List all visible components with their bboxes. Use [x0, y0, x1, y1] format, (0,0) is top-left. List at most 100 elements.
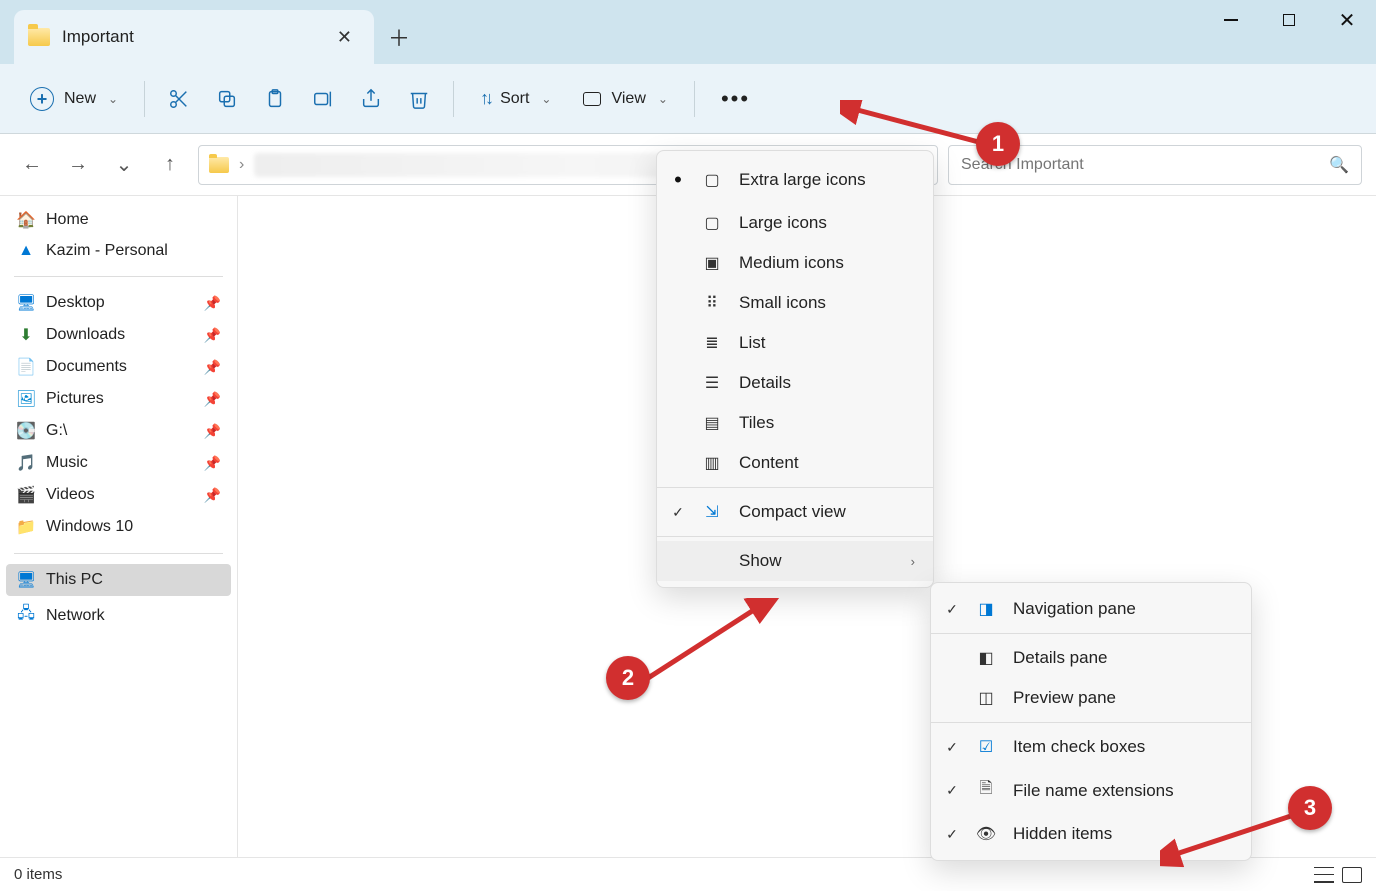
tiles-icon: ▤	[701, 413, 723, 433]
sidebar-item-downloads[interactable]: ⬇Downloads📌	[6, 319, 231, 351]
share-button[interactable]	[351, 79, 391, 119]
check-icon: ✓	[945, 739, 959, 756]
eye-icon: 👁	[975, 824, 997, 844]
new-tab-button[interactable]: ＋	[374, 0, 424, 64]
cut-button[interactable]	[159, 79, 199, 119]
view-button[interactable]: View ⌄	[571, 82, 679, 116]
menu-item-navigation-pane[interactable]: ✓◨Navigation pane	[931, 589, 1251, 629]
window-tab[interactable]: Important ✕	[14, 10, 374, 64]
medium-icons-icon: ▣	[701, 253, 723, 273]
menu-item-extra-large-icons[interactable]: •▢Extra large icons	[657, 157, 933, 203]
new-plus-icon: +	[30, 87, 54, 111]
sidebar-item-this-pc[interactable]: 🖥This PC	[6, 564, 231, 596]
menu-label: Show	[739, 551, 782, 571]
up-button[interactable]: ↑	[152, 147, 188, 183]
new-button[interactable]: + New ⌄	[18, 79, 130, 119]
menu-item-list[interactable]: ≣List	[657, 323, 933, 363]
chevron-down-icon: ⌄	[658, 92, 668, 106]
sidebar-item-music[interactable]: 🎵Music📌	[6, 447, 231, 479]
menu-label: Large icons	[739, 213, 827, 233]
separator	[657, 487, 933, 488]
title-bar: Important ✕ ＋ ✕	[0, 0, 1376, 64]
file-ext-icon: 🗎	[975, 777, 997, 804]
drive-icon: 💽	[16, 421, 36, 441]
sidebar-label: G:\	[46, 422, 67, 440]
copy-button[interactable]	[207, 79, 247, 119]
menu-label: List	[739, 333, 765, 353]
pin-icon: 📌	[204, 455, 221, 472]
menu-item-medium-icons[interactable]: ▣ Medium icons	[657, 243, 933, 283]
pin-icon: 📌	[204, 295, 221, 312]
menu-item-details[interactable]: ☰Details	[657, 363, 933, 403]
recent-locations-button[interactable]: ⌄	[106, 147, 142, 183]
show-submenu: ✓ ◨ Navigation pane ◧Details pane ◫Preview…	[930, 582, 1252, 861]
tab-title: Important	[62, 27, 317, 47]
sidebar-label: Kazim - Personal	[46, 242, 168, 260]
sort-label: Sort	[500, 90, 529, 108]
large-icons-view-button[interactable]	[1342, 867, 1362, 883]
sidebar-label: Documents	[46, 358, 127, 376]
toolbar: + New ⌄ ↑↓ Sort ⌄ View ⌄ •••	[0, 64, 1376, 134]
menu-label: Medium icons	[739, 253, 844, 273]
menu-item-tiles[interactable]: ▤Tiles	[657, 403, 933, 443]
menu-label: Extra large icons	[739, 170, 866, 190]
sidebar-label: Network	[46, 607, 105, 625]
pin-icon: 📌	[204, 327, 221, 344]
menu-item-content[interactable]: ▥Content	[657, 443, 933, 483]
details-view-button[interactable]	[1314, 867, 1334, 883]
pin-icon: 📌	[204, 391, 221, 408]
minimize-button[interactable]	[1202, 0, 1260, 40]
status-bar: 0 items	[0, 857, 1376, 891]
sidebar-item-onedrive[interactable]: ▲Kazim - Personal	[6, 236, 231, 266]
annotation-badge-3: 3	[1288, 786, 1332, 830]
delete-button[interactable]	[399, 79, 439, 119]
separator	[657, 536, 933, 537]
nav-pane-icon: ◨	[975, 599, 997, 619]
item-count: 0 items	[14, 866, 62, 883]
menu-item-hidden-items[interactable]: ✓ 👁 Hidden items	[931, 814, 1251, 854]
sidebar-item-desktop[interactable]: 🖥Desktop📌	[6, 287, 231, 319]
sort-button[interactable]: ↑↓ Sort ⌄	[468, 80, 563, 117]
tab-close-button[interactable]: ✕	[329, 23, 360, 52]
check-icon: ✓	[945, 782, 959, 799]
window-controls: ✕	[1202, 0, 1376, 64]
menu-item-item-check-boxes[interactable]: ✓☑Item check boxes	[931, 727, 1251, 767]
pc-icon: 🖥	[16, 570, 36, 590]
rename-button[interactable]	[303, 79, 343, 119]
close-window-button[interactable]: ✕	[1318, 0, 1376, 40]
sidebar-item-windows10[interactable]: 📁Windows 10	[6, 511, 231, 543]
sidebar-item-drive-g[interactable]: 💽G:\📌	[6, 415, 231, 447]
menu-item-compact-view[interactable]: ✓⇲Compact view	[657, 492, 933, 532]
sidebar-label: Desktop	[46, 294, 105, 312]
back-button[interactable]: ←	[14, 147, 50, 183]
chevron-down-icon: ⌄	[541, 92, 551, 106]
separator	[453, 81, 454, 117]
sidebar-item-home[interactable]: 🏠Home	[6, 204, 231, 236]
more-button[interactable]: •••	[709, 78, 762, 120]
sidebar-item-pictures[interactable]: 🖼Pictures📌	[6, 383, 231, 415]
search-icon: 🔍	[1329, 155, 1349, 175]
new-label: New	[64, 90, 96, 108]
menu-item-preview-pane[interactable]: ◫Preview pane	[931, 678, 1251, 718]
menu-item-file-name-extensions[interactable]: ✓🗎File name extensions	[931, 767, 1251, 814]
home-icon: 🏠	[16, 210, 36, 230]
chevron-right-icon: ›	[911, 554, 915, 569]
maximize-button[interactable]	[1260, 0, 1318, 40]
sidebar-item-network[interactable]: 🖧 Network	[6, 596, 231, 635]
menu-item-details-pane[interactable]: ◧Details pane	[931, 638, 1251, 678]
menu-item-large-icons[interactable]: ▢Large icons	[657, 203, 933, 243]
menu-item-small-icons[interactable]: ⠿Small icons	[657, 283, 933, 323]
network-icon: 🖧	[16, 602, 36, 629]
check-icon: ✓	[945, 826, 959, 843]
forward-button[interactable]: →	[60, 147, 96, 183]
view-icon	[583, 92, 601, 106]
sidebar-item-documents[interactable]: 📄Documents📌	[6, 351, 231, 383]
menu-item-show[interactable]: Show ›	[657, 541, 933, 581]
paste-button[interactable]	[255, 79, 295, 119]
menu-label: Hidden items	[1013, 824, 1112, 844]
sidebar-label: Music	[46, 454, 88, 472]
pictures-icon: 🖼	[16, 389, 36, 409]
sidebar-item-videos[interactable]: 🎬Videos📌	[6, 479, 231, 511]
separator	[14, 276, 223, 277]
menu-label: Navigation pane	[1013, 599, 1136, 619]
